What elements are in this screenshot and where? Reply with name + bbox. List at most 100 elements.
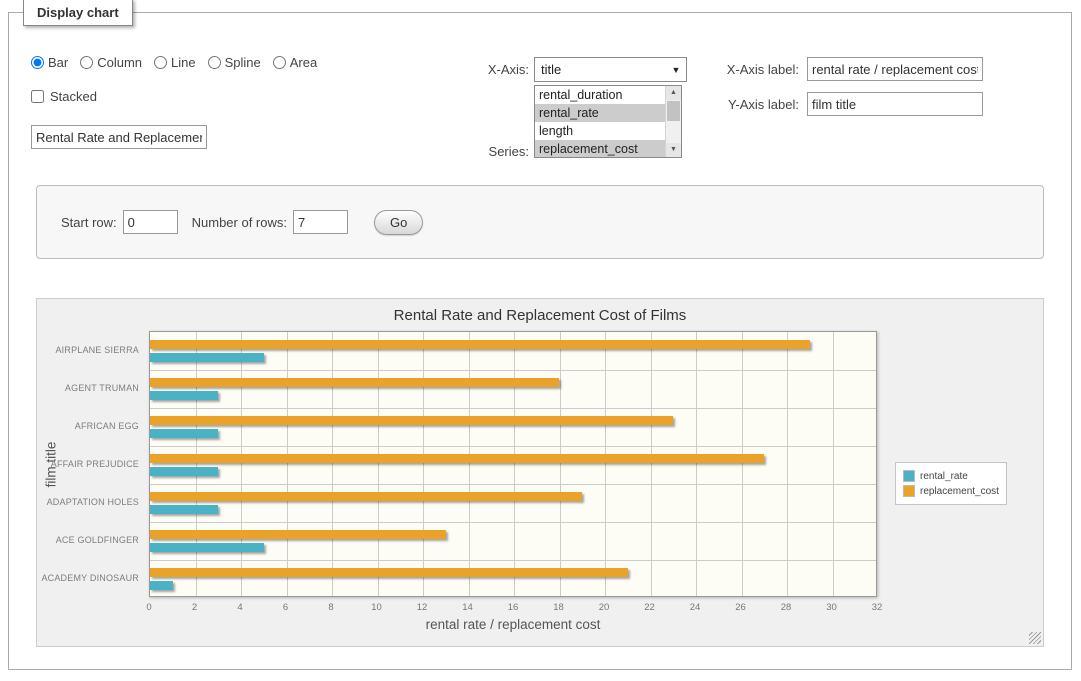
- series-listbox-options: rental_durationrental_ratelengthreplacem…: [535, 86, 665, 158]
- chart-type-options: Bar Column Line Spline Area: [31, 55, 317, 70]
- chart-legend: rental_rate replacement_cost: [895, 462, 1007, 505]
- chart-type-radio-area[interactable]: [273, 56, 286, 69]
- chart-type-label: Bar: [48, 55, 68, 70]
- gridline: [332, 332, 333, 596]
- listbox-scrollbar[interactable]: ▲ ▼: [665, 86, 681, 157]
- gridline: [150, 484, 876, 485]
- stacked-checkbox[interactable]: [31, 90, 44, 103]
- bar-replacement_cost: [150, 416, 673, 425]
- num-rows-label: Number of rows:: [192, 215, 287, 230]
- bar-rental_rate: [150, 391, 218, 400]
- x-axis-title: rental rate / replacement cost: [149, 617, 877, 632]
- bar-replacement_cost: [150, 530, 446, 539]
- chart-type-option-line[interactable]: Line: [154, 55, 196, 70]
- x-tick-label: 4: [225, 602, 255, 613]
- series-listbox[interactable]: rental_durationrental_ratelengthreplacem…: [534, 85, 682, 158]
- legend-item-replacement_cost: replacement_cost: [903, 485, 999, 497]
- gridline: [150, 408, 876, 409]
- row-range-controls: Start row: Number of rows: Go: [61, 186, 423, 258]
- gridline: [241, 332, 242, 596]
- category-label: ACE GOLDFINGER: [56, 535, 139, 545]
- category-label: AFFAIR PREJUDICE: [51, 459, 139, 469]
- category-label: ADAPTATION HOLES: [47, 497, 139, 507]
- gridline: [423, 332, 424, 596]
- chart-type-option-spline[interactable]: Spline: [208, 55, 261, 70]
- bar-rental_rate: [150, 543, 264, 552]
- gridline: [469, 332, 470, 596]
- legend-label: replacement_cost: [920, 486, 999, 497]
- category-label: AGENT TRUMAN: [65, 383, 139, 393]
- chart-type-label: Area: [290, 55, 317, 70]
- y-axis-label-input[interactable]: [807, 92, 983, 116]
- x-tick-label: 0: [134, 602, 164, 613]
- display-chart-panel: Display chart BarColumnLineSplineArea St…: [8, 12, 1072, 670]
- chart-type-radio-spline[interactable]: [208, 56, 221, 69]
- x-tick-label: 10: [362, 602, 392, 613]
- gridline: [150, 446, 876, 447]
- chart-container: Rental Rate and Replacement Cost of Film…: [36, 298, 1044, 647]
- chart-type-radio-bar[interactable]: [31, 56, 44, 69]
- x-tick-label: 26: [726, 602, 756, 613]
- gridline: [605, 332, 606, 596]
- bar-rental_rate: [150, 467, 218, 476]
- chart-type-option-column[interactable]: Column: [80, 55, 142, 70]
- x-tick-label: 32: [862, 602, 892, 613]
- category-label: AIRPLANE SIERRA: [55, 345, 139, 355]
- chart-type-option-area[interactable]: Area: [273, 55, 317, 70]
- chart-type-option-bar[interactable]: Bar: [31, 55, 68, 70]
- num-rows-input[interactable]: [293, 210, 348, 234]
- x-tick-label: 30: [817, 602, 847, 613]
- select-dropdown-icon: ▼: [666, 65, 686, 75]
- bar-rental_rate: [150, 353, 264, 362]
- scrollbar-thumb[interactable]: [667, 101, 680, 121]
- category-label: ACADEMY DINOSAUR: [41, 573, 139, 583]
- x-tick-label: 8: [316, 602, 346, 613]
- gridline: [196, 332, 197, 596]
- bar-rental_rate: [150, 581, 173, 590]
- legend-swatch-icon: [903, 470, 915, 482]
- y-axis-label-field-label: Y-Axis label:: [699, 97, 799, 112]
- gridline: [287, 332, 288, 596]
- series-option-rental_rate[interactable]: rental_rate: [535, 104, 665, 122]
- gridline: [150, 560, 876, 561]
- x-axis-label-field-label: X-Axis label:: [699, 62, 799, 77]
- x-tick-label: 28: [771, 602, 801, 613]
- category-label: AFRICAN EGG: [75, 421, 139, 431]
- x-axis-selected-value: title: [535, 62, 666, 77]
- series-option-length[interactable]: length: [535, 122, 665, 140]
- x-axis-select[interactable]: title ▼: [534, 57, 687, 82]
- x-tick-label: 6: [271, 602, 301, 613]
- bar-replacement_cost: [150, 454, 764, 463]
- chart-type-radio-column[interactable]: [80, 56, 93, 69]
- legend-swatch-icon: [903, 485, 915, 497]
- legend-item-rental_rate: rental_rate: [903, 470, 999, 482]
- series-option-rental_duration[interactable]: rental_duration: [535, 86, 665, 104]
- resize-handle-icon[interactable]: [1029, 632, 1041, 644]
- scroll-up-icon[interactable]: ▲: [666, 86, 681, 100]
- chart-type-label: Column: [97, 55, 142, 70]
- chart-title-input[interactable]: [31, 125, 207, 149]
- bar-replacement_cost: [150, 492, 582, 501]
- chart-title: Rental Rate and Replacement Cost of Film…: [37, 307, 1043, 324]
- start-row-input[interactable]: [123, 210, 178, 234]
- series-listbox-label: Series:: [449, 144, 529, 159]
- x-tick-label: 20: [589, 602, 619, 613]
- go-button[interactable]: Go: [374, 210, 423, 235]
- category-axis-labels: AIRPLANE SIERRA AGENT TRUMAN AFRICAN EGG AF…: [37, 331, 143, 597]
- gridline: [742, 332, 743, 596]
- series-option-replacement_cost[interactable]: replacement_cost: [535, 140, 665, 158]
- scroll-down-icon[interactable]: ▼: [666, 143, 681, 157]
- stacked-checkbox-row[interactable]: Stacked: [31, 89, 97, 104]
- chart-type-label: Line: [171, 55, 196, 70]
- gridline: [651, 332, 652, 596]
- bar-rental_rate: [150, 429, 218, 438]
- x-tick-label: 24: [680, 602, 710, 613]
- gridline: [833, 332, 834, 596]
- x-axis-label-input[interactable]: [807, 57, 983, 81]
- chart-type-radio-line[interactable]: [154, 56, 167, 69]
- gridline: [514, 332, 515, 596]
- x-tick-label: 18: [544, 602, 574, 613]
- x-tick-label: 12: [407, 602, 437, 613]
- start-row-label: Start row:: [61, 215, 117, 230]
- bar-rental_rate: [150, 505, 218, 514]
